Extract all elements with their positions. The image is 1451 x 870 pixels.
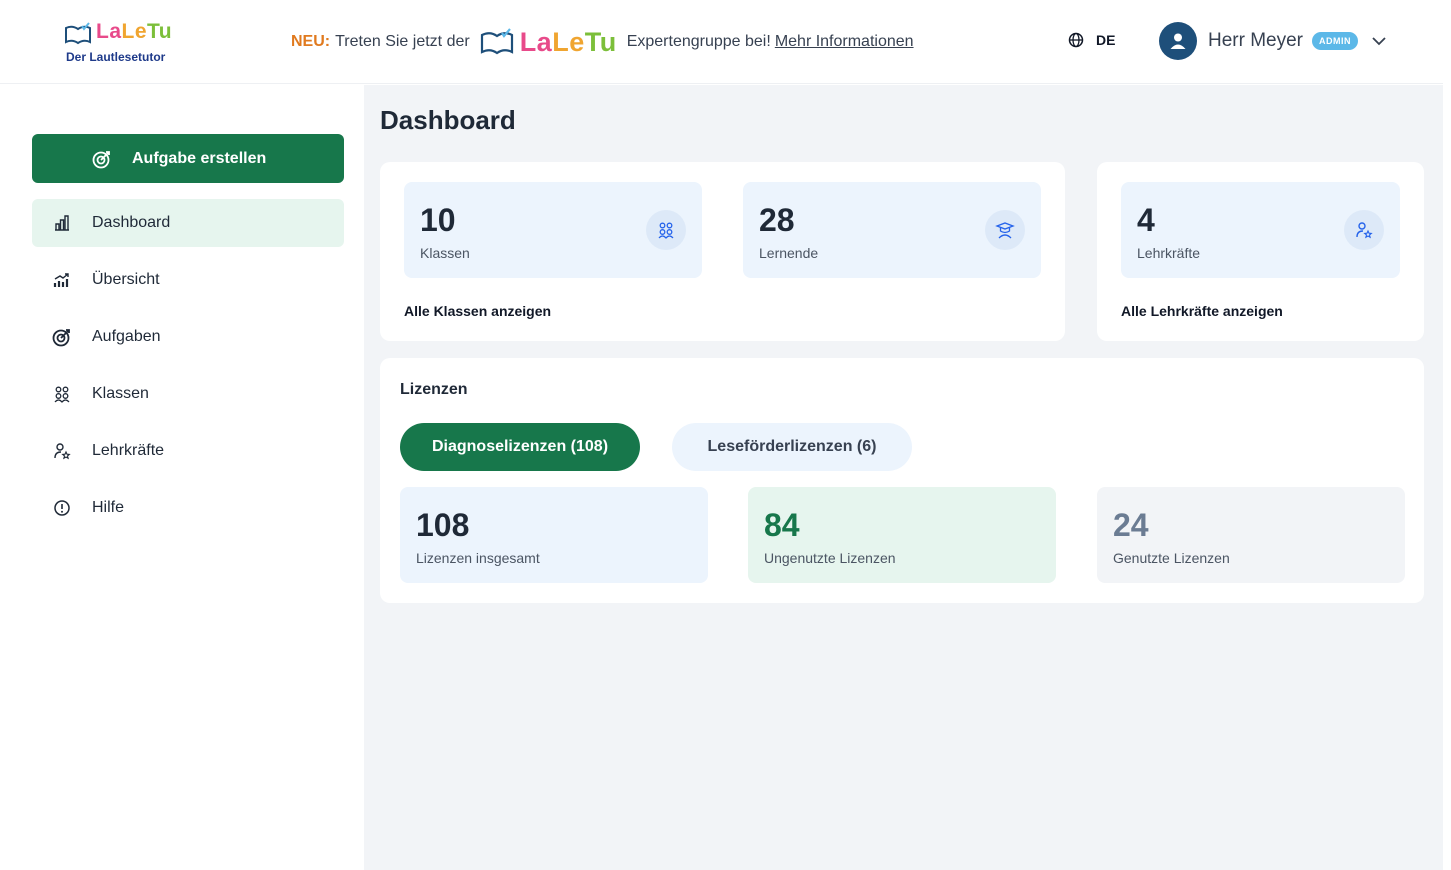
- announcement-banner: NEU: Treten Sie jetzt der LaLeTu Experte…: [291, 27, 914, 58]
- license-stat-value: 108: [416, 507, 470, 543]
- sidebar-item-label: Klassen: [92, 385, 149, 402]
- more-info-link[interactable]: Mehr Informationen: [775, 33, 914, 51]
- banner-text-before: Treten Sie jetzt der: [335, 33, 470, 50]
- logo-letters-le: Le: [121, 20, 148, 43]
- banner-text-after: Expertengruppe bei!: [626, 33, 771, 50]
- stat-value: 4: [1137, 202, 1155, 238]
- sidebar-item-lehrkraefte[interactable]: Lehrkräfte: [32, 427, 344, 475]
- user-avatar-icon: [1159, 22, 1197, 60]
- sidebar-item-hilfe[interactable]: Hilfe: [32, 484, 344, 532]
- logo-subtitle: Der Lautlesetutor: [66, 50, 166, 64]
- show-all-teachers-link[interactable]: Alle Lehrkräfte anzeigen: [1121, 303, 1283, 319]
- sidebar-item-label: Dashboard: [92, 214, 171, 231]
- sidebar: Aufgabe erstellen Dashboard Übersicht Au…: [4, 85, 364, 870]
- license-stat-unused: 84 Ungenutzte Lizenzen: [748, 487, 1056, 583]
- banner-logo-tu: Tu: [584, 26, 617, 57]
- sidebar-item-dashboard[interactable]: Dashboard: [32, 199, 344, 247]
- license-stat-label: Lizenzen insgesamt: [416, 550, 540, 566]
- licenses-card: Lizenzen Diagnoselizenzen (108) Leseförd…: [380, 358, 1424, 603]
- show-all-classes-link[interactable]: Alle Klassen anzeigen: [404, 303, 551, 319]
- student-cap-icon: [985, 210, 1025, 250]
- admin-badge: ADMIN: [1312, 32, 1359, 50]
- licenses-title: Lizenzen: [400, 381, 468, 398]
- stat-label: Klassen: [420, 245, 470, 261]
- create-task-label: Aufgabe erstellen: [132, 149, 267, 167]
- book-check-icon: [480, 28, 513, 55]
- license-stat-used: 24 Genutzte Lizenzen: [1097, 487, 1405, 583]
- target-icon: [52, 327, 72, 347]
- globe-icon: [1068, 32, 1084, 48]
- user-menu[interactable]: Herr Meyer ADMIN: [1159, 22, 1386, 60]
- banner-logo-le: Le: [552, 26, 585, 57]
- stat-classes[interactable]: 10 Klassen: [404, 182, 702, 278]
- stat-value: 10: [420, 202, 456, 238]
- sidebar-item-label: Lehrkräfte: [92, 442, 165, 459]
- stat-teachers[interactable]: 4 Lehrkräfte: [1121, 182, 1400, 278]
- sidebar-item-label: Hilfe: [92, 499, 125, 516]
- sidebar-item-label: Aufgaben: [92, 328, 161, 345]
- sidebar-item-aufgaben[interactable]: Aufgaben: [32, 313, 344, 361]
- logo-letters-tu: Tu: [147, 20, 173, 43]
- banner-logo-la: La: [519, 26, 553, 57]
- main-content: Dashboard 10 Klassen 28 Lernende Alle Kl…: [364, 85, 1443, 870]
- help-icon: [52, 498, 72, 518]
- group-icon: [52, 384, 72, 404]
- license-stat-label: Ungenutzte Lizenzen: [764, 550, 896, 566]
- license-stat-value: 24: [1113, 507, 1149, 543]
- book-check-icon: [65, 22, 91, 45]
- license-stat-label: Genutzte Lizenzen: [1113, 550, 1230, 566]
- bar-chart-icon: [52, 213, 72, 233]
- tab-diagnose-licenses[interactable]: Diagnoselizenzen (108): [400, 423, 640, 471]
- license-stat-total: 108 Lizenzen insgesamt: [400, 487, 708, 583]
- teacher-icon: [1344, 210, 1384, 250]
- teachers-card: 4 Lehrkräfte Alle Lehrkräfte anzeigen: [1097, 162, 1424, 341]
- laletu-logo[interactable]: LaLeTu Der Lautlesetutor: [64, 20, 174, 66]
- tab-reading-licenses[interactable]: Leseförderlizenzen (6): [672, 423, 912, 471]
- group-icon: [646, 210, 686, 250]
- language-switcher[interactable]: DE: [1068, 32, 1115, 48]
- sidebar-item-klassen[interactable]: Klassen: [32, 370, 344, 418]
- trend-chart-icon: [52, 270, 72, 290]
- target-plus-icon: [92, 150, 110, 168]
- create-task-button[interactable]: Aufgabe erstellen: [32, 134, 344, 183]
- user-name: Herr Meyer: [1208, 30, 1304, 51]
- sidebar-item-label: Übersicht: [92, 271, 160, 288]
- classes-card: 10 Klassen 28 Lernende Alle Klassen anze…: [380, 162, 1065, 341]
- logo-letters-la: La: [96, 20, 122, 43]
- banner-logo: LaLeTu: [480, 27, 617, 58]
- sidebar-item-uebersicht[interactable]: Übersicht: [32, 256, 344, 304]
- stat-value: 28: [759, 202, 795, 238]
- page-title: Dashboard: [380, 105, 516, 135]
- top-header: LaLeTu Der Lautlesetutor NEU: Treten Sie…: [0, 0, 1443, 84]
- chevron-down-icon[interactable]: [1372, 36, 1386, 46]
- teacher-icon: [52, 441, 72, 461]
- stat-learners[interactable]: 28 Lernende: [743, 182, 1041, 278]
- stat-label: Lernende: [759, 245, 819, 261]
- banner-new-tag: NEU:: [291, 33, 331, 50]
- license-stat-value: 84: [764, 507, 800, 543]
- stat-label: Lehrkräfte: [1137, 245, 1201, 261]
- language-code: DE: [1096, 32, 1116, 48]
